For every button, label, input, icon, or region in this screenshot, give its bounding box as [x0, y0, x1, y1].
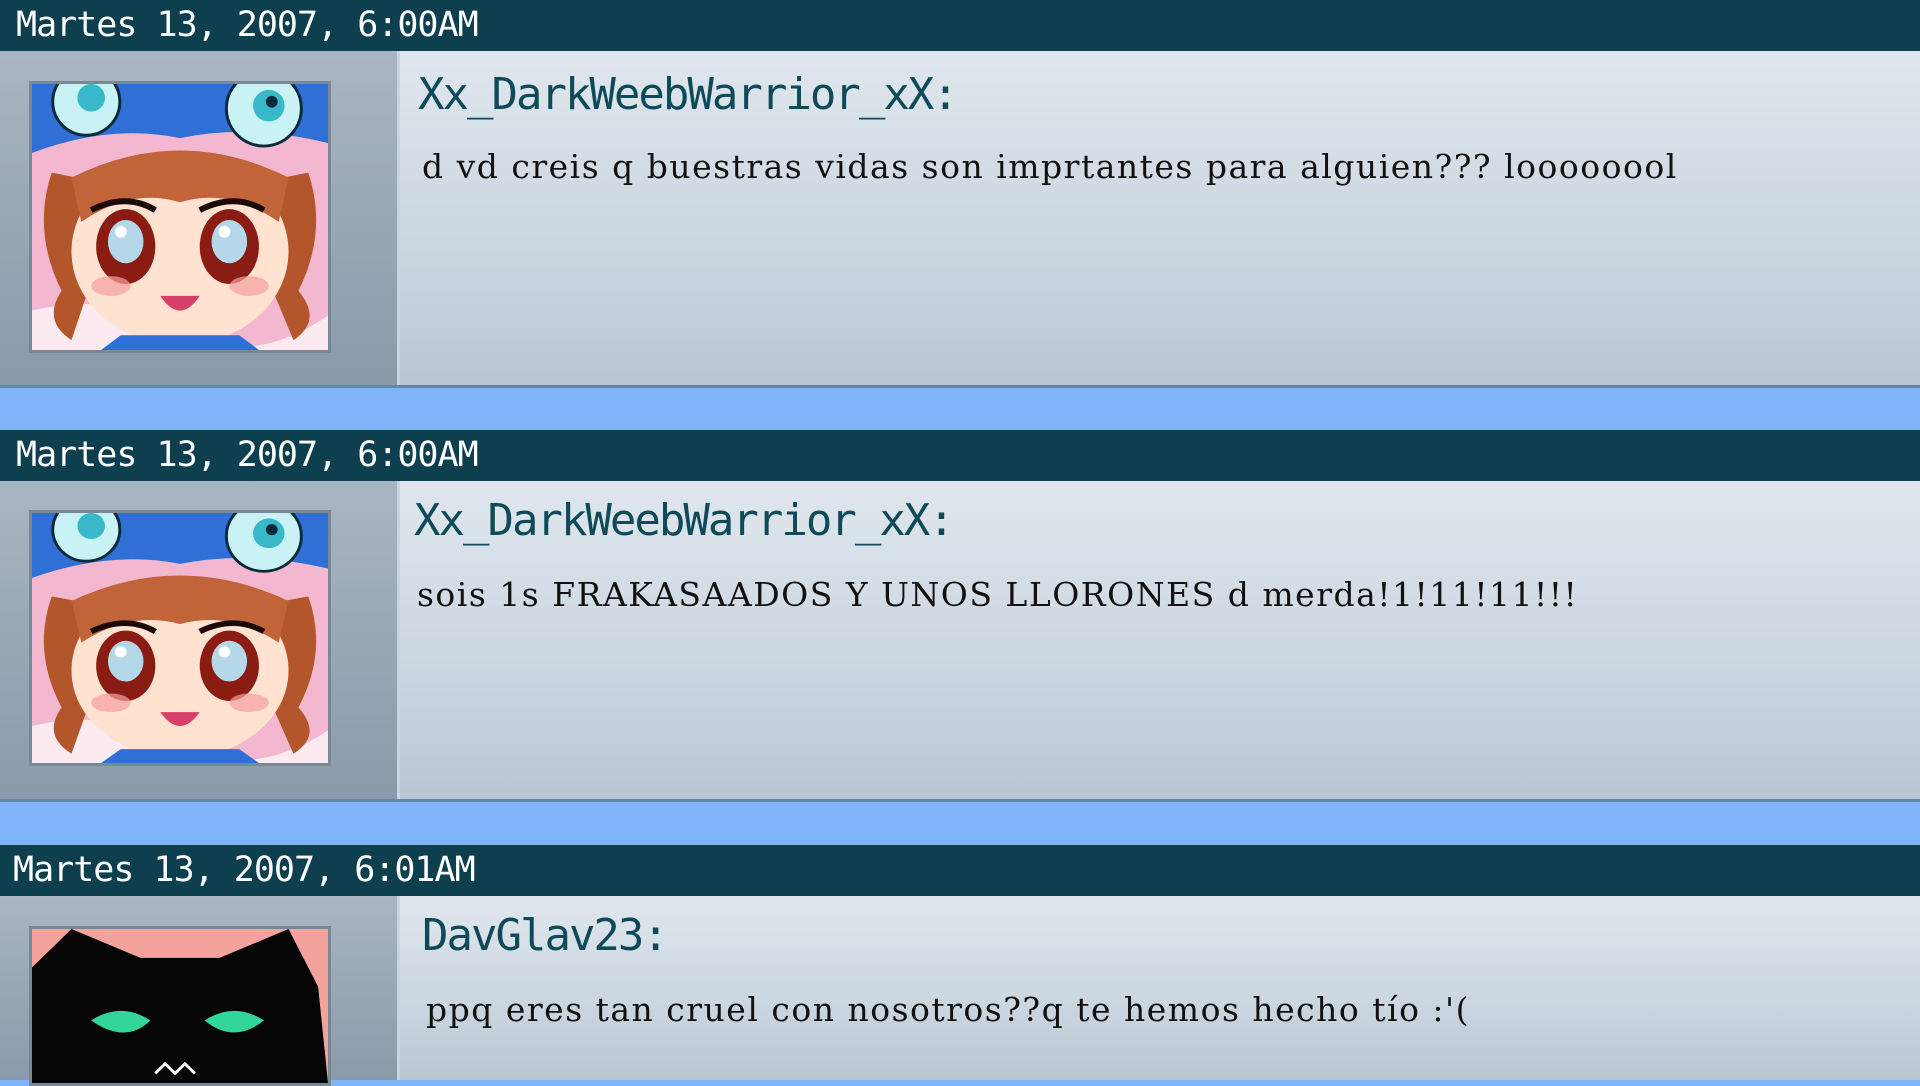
post-username[interactable]: DavGlav23: — [422, 910, 669, 961]
post-content: DavGlav23: ppq eres tan cruel con nosotr… — [400, 896, 1920, 1080]
post-message: ppq eres tan cruel con nosotros??q te he… — [426, 990, 1470, 1029]
black-cat-avatar-icon[interactable] — [29, 926, 331, 1086]
post-username[interactable]: Xx_DarkWeebWarrior_xX: — [418, 69, 959, 120]
avatar-column — [0, 896, 400, 1086]
forum-post: Martes 13, 2007, 6:00AM Xx_DarkWeebWarri… — [0, 430, 1920, 802]
avatar-column — [0, 481, 400, 799]
avatar-column — [0, 51, 400, 385]
post-username[interactable]: Xx_DarkWeebWarrior_xX: — [414, 495, 955, 546]
post-divider — [0, 799, 1920, 802]
post-message: d vd creis q buestras vidas son imprtant… — [422, 147, 1678, 186]
post-message: sois 1s FRAKASAADOS Y UNOS LLORONES d me… — [417, 575, 1579, 614]
anime-girl-avatar-icon[interactable] — [29, 510, 331, 766]
forum-post: Martes 13, 2007, 6:01AM DavGlav23: ppq e… — [0, 845, 1920, 1086]
post-divider — [0, 385, 1920, 388]
post-date: Martes 13, 2007, 6:00AM — [0, 0, 1920, 51]
post-date: Martes 13, 2007, 6:00AM — [0, 430, 1920, 481]
post-content: Xx_DarkWeebWarrior_xX: sois 1s FRAKASAAD… — [400, 481, 1920, 799]
forum-post: Martes 13, 2007, 6:00AM Xx_DarkWeebWarri… — [0, 0, 1920, 388]
anime-girl-avatar-icon[interactable] — [29, 81, 331, 353]
post-content: Xx_DarkWeebWarrior_xX: d vd creis q bues… — [400, 51, 1920, 385]
post-date: Martes 13, 2007, 6:01AM — [0, 845, 1920, 896]
